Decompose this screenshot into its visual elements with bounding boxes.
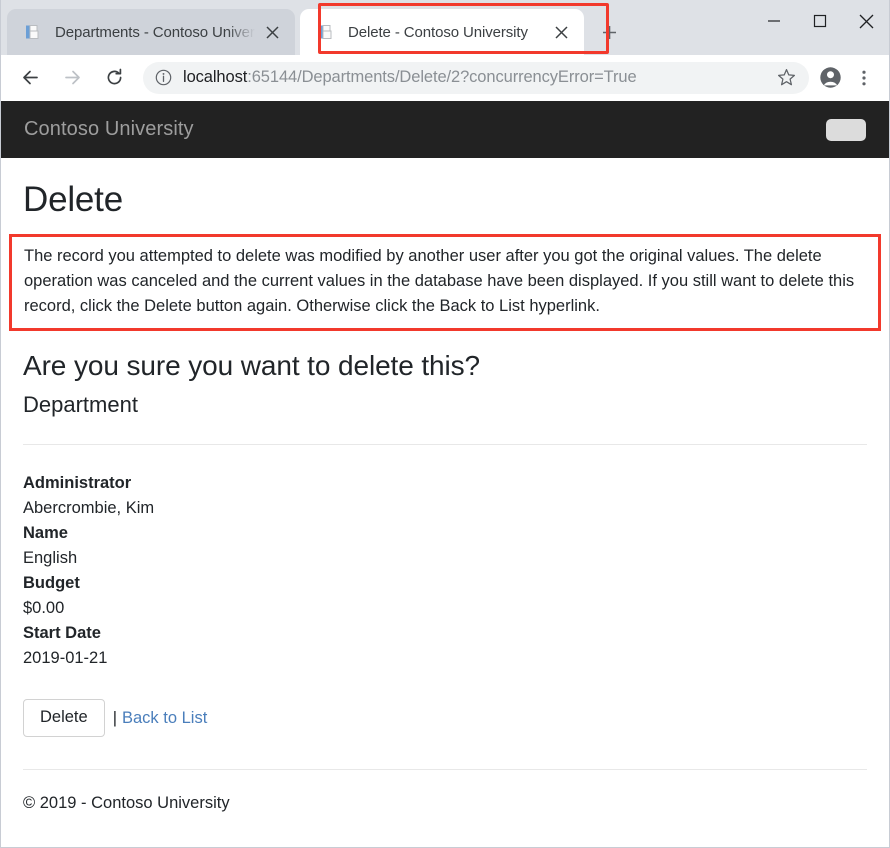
detail-label-name: Name	[23, 521, 867, 546]
detail-label-budget: Budget	[23, 571, 867, 596]
back-to-list-link[interactable]: Back to List	[122, 709, 207, 728]
page-viewport: Contoso University Delete The record you…	[1, 101, 889, 847]
close-icon[interactable]	[548, 19, 574, 45]
browser-toolbar: localhost:65144/Departments/Delete/2?con…	[1, 55, 889, 101]
arrow-left-icon[interactable]	[13, 61, 47, 95]
reload-icon[interactable]	[97, 61, 131, 95]
page-title: Delete	[23, 180, 867, 220]
detail-value-start-date: 2019-01-21	[23, 646, 867, 671]
detail-value-budget: $0.00	[23, 596, 867, 621]
info-circle-icon[interactable]	[155, 69, 172, 86]
url-host: localhost	[183, 68, 247, 86]
close-icon[interactable]	[259, 19, 285, 45]
detail-value-name: English	[23, 546, 867, 571]
concurrency-error-message: The record you attempted to delete was m…	[9, 234, 881, 331]
department-details-list: Administrator Abercrombie, Kim Name Engl…	[23, 471, 867, 671]
minimize-icon[interactable]	[751, 0, 797, 42]
page-footer: © 2019 - Contoso University	[23, 770, 867, 813]
form-actions: Delete | Back to List	[23, 699, 867, 737]
account-circle-icon[interactable]	[813, 61, 847, 95]
document-icon	[316, 23, 335, 42]
navbar-brand-link[interactable]: Contoso University	[24, 118, 194, 141]
close-window-icon[interactable]	[843, 0, 889, 42]
browser-tab-delete[interactable]: Delete - Contoso University	[300, 9, 584, 55]
browser-window: Departments - Contoso Universit Delete -…	[0, 0, 890, 848]
delete-button[interactable]: Delete	[23, 699, 105, 737]
confirm-heading: Are you sure you want to delete this?	[23, 350, 867, 382]
new-tab-button[interactable]	[592, 15, 626, 49]
document-icon	[23, 23, 42, 42]
detail-label-start-date: Start Date	[23, 621, 867, 646]
tab-title: Delete - Contoso University	[348, 24, 544, 41]
divider	[23, 444, 867, 445]
url-text: localhost:65144/Departments/Delete/2?con…	[183, 68, 767, 87]
star-icon[interactable]	[771, 63, 801, 93]
tab-title: Departments - Contoso Universit	[55, 24, 255, 41]
action-separator: |	[113, 709, 117, 728]
maximize-icon[interactable]	[797, 0, 843, 42]
site-navbar: Contoso University	[1, 101, 889, 158]
navbar-toggler-button[interactable]	[826, 119, 866, 141]
address-bar[interactable]: localhost:65144/Departments/Delete/2?con…	[143, 62, 809, 94]
tab-strip: Departments - Contoso Universit Delete -…	[1, 0, 889, 55]
detail-value-administrator: Abercrombie, Kim	[23, 496, 867, 521]
entity-heading: Department	[23, 392, 867, 418]
window-controls	[751, 0, 889, 42]
page-container: Delete The record you attempted to delet…	[1, 180, 889, 813]
browser-tab-departments[interactable]: Departments - Contoso Universit	[7, 9, 295, 55]
arrow-right-icon	[55, 61, 89, 95]
url-path: :65144/Departments/Delete/2?concurrencyE…	[247, 68, 636, 86]
detail-label-administrator: Administrator	[23, 471, 867, 496]
three-dot-menu-icon[interactable]	[847, 61, 881, 95]
